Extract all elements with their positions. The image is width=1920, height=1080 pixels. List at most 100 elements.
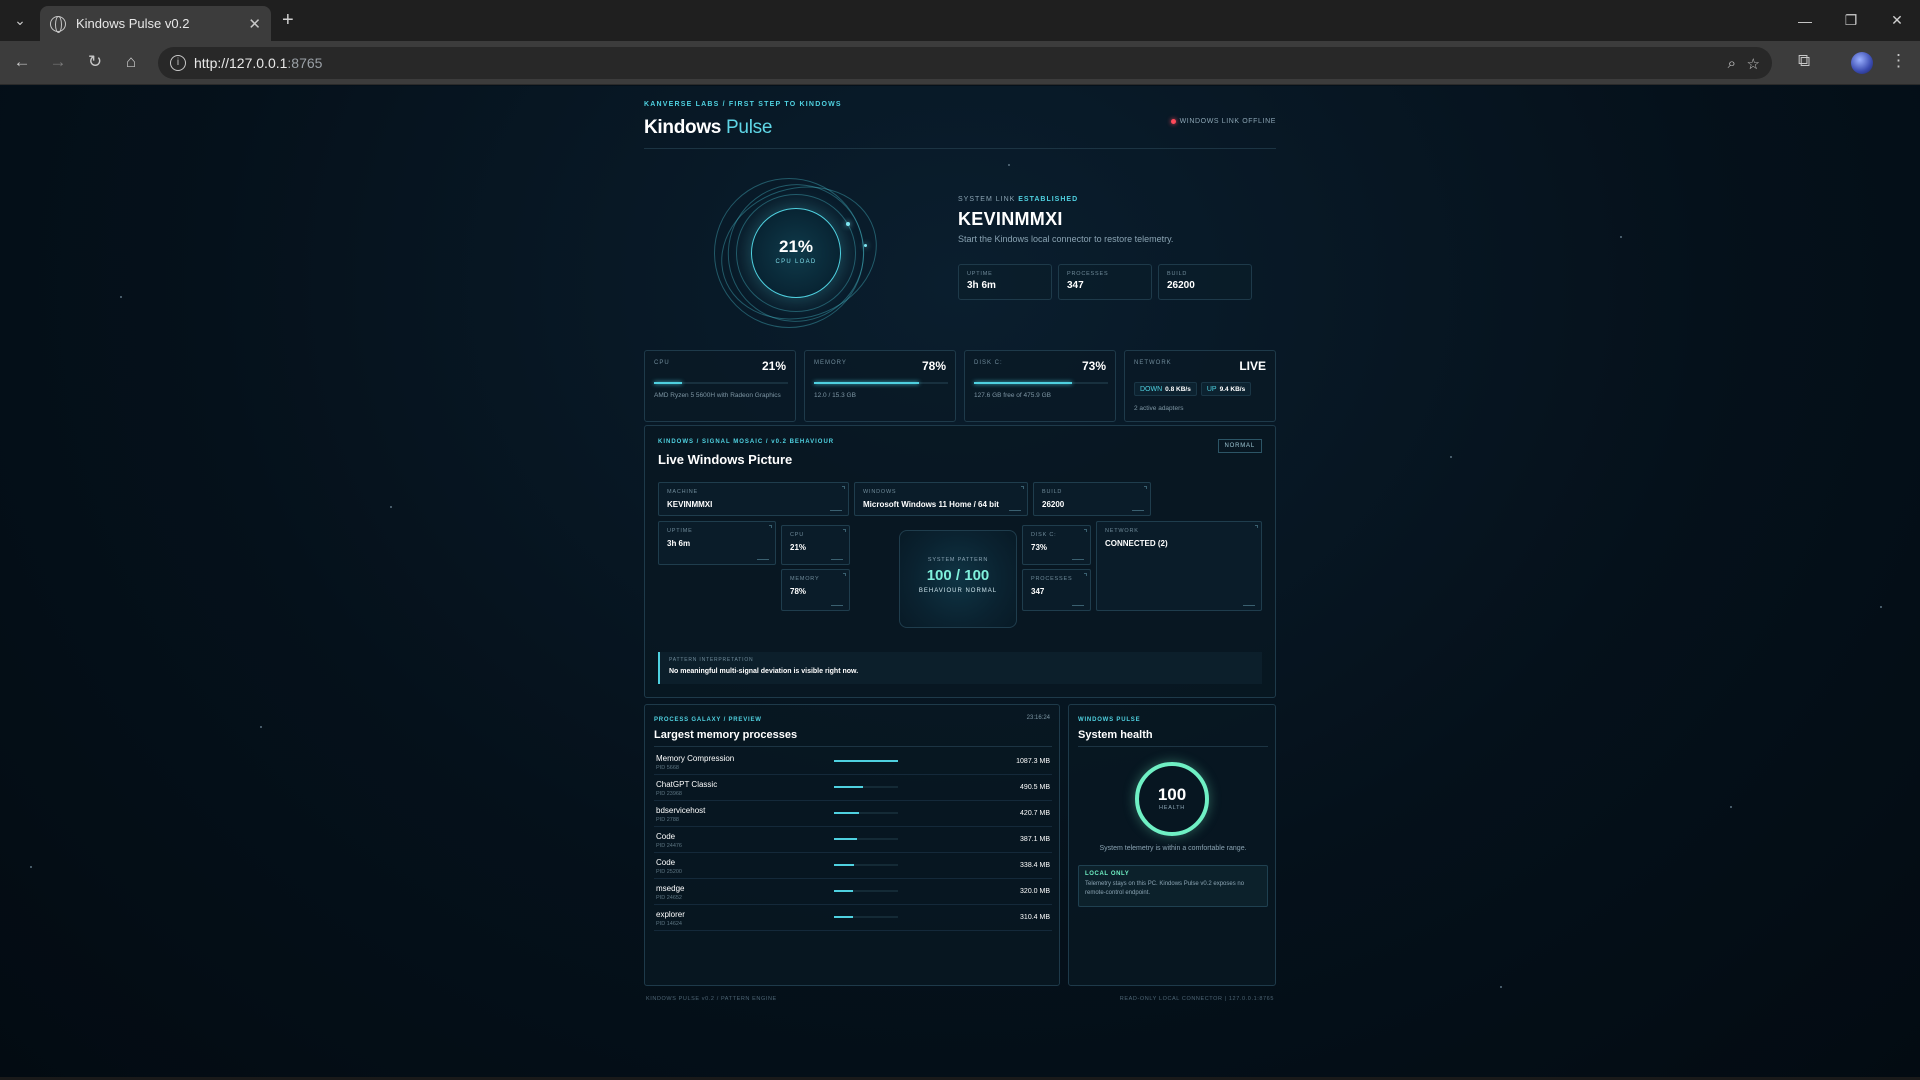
process-row[interactable]: explorer PID 14624 310.4 MB: [654, 905, 1052, 931]
process-pid: PID 24476: [656, 843, 682, 849]
reload-button[interactable]: ↻: [84, 52, 106, 72]
health-message: System telemetry is within a comfortable…: [1099, 845, 1247, 852]
process-name: Code: [656, 832, 676, 841]
process-name: Code: [656, 858, 676, 867]
tile-uptime: UPTIME 3h 6m: [658, 521, 776, 565]
memory-usage-bar: [834, 864, 898, 866]
system-link-label: SYSTEM LINK ESTABLISHED: [958, 196, 1079, 203]
health-panel-title: System health: [1078, 729, 1153, 741]
process-row[interactable]: Code PID 24476 387.1 MB: [654, 827, 1052, 853]
close-window-button[interactable]: ✕: [1874, 0, 1920, 41]
mosaic-title: Live Windows Picture: [658, 452, 793, 467]
memory-usage-bar: [834, 890, 898, 892]
build-stat: BUILD 26200: [1158, 264, 1252, 300]
process-panel-title: Largest memory processes: [654, 729, 798, 741]
footer-left: KINDOWS PULSE v0.2 / PATTERN ENGINE: [646, 996, 777, 1002]
process-row[interactable]: ChatGPT Classic PID 23968 490.5 MB: [654, 775, 1052, 801]
process-memory: 490.5 MB: [1020, 784, 1050, 791]
home-button[interactable]: ⌂: [120, 52, 142, 72]
browser-tab[interactable]: Kindows Pulse v0.2 ✕: [40, 6, 271, 41]
memory-card: MEMORY 78% 12.0 / 15.3 GB: [804, 350, 956, 422]
behaviour-badge: NORMAL: [1217, 439, 1262, 453]
footer-right: READ-ONLY LOCAL CONNECTOR | 127.0.0.1:87…: [1119, 996, 1274, 1002]
cpu-bar: [654, 382, 788, 384]
tile-cpu: CPU 21%: [781, 525, 850, 565]
processes-stat: PROCESSES 347: [1058, 264, 1152, 300]
memory-usage-bar: [834, 760, 898, 762]
address-bar[interactable]: i http://127.0.0.1:8765 ⌕ ☆: [158, 47, 1772, 79]
url-text[interactable]: http://127.0.0.1:8765: [194, 55, 322, 71]
restore-button[interactable]: ❐: [1828, 0, 1874, 41]
bookmark-star-icon[interactable]: ☆: [1747, 55, 1760, 73]
process-name: ChatGPT Classic: [656, 780, 718, 789]
cpu-load-gauge: 21% CPU LOAD: [751, 208, 841, 298]
process-timestamp: 23:16:24: [1026, 715, 1050, 721]
metric-cards: CPU 21% AMD Ryzen 5 5600H with Radeon Gr…: [644, 350, 1276, 422]
cpu-card: CPU 21% AMD Ryzen 5 5600H with Radeon Gr…: [644, 350, 796, 422]
signal-mosaic-panel: KINDOWS / SIGNAL MOSAIC / v0.2 BEHAVIOUR…: [644, 425, 1276, 698]
tab-title: Kindows Pulse v0.2: [76, 16, 190, 31]
health-gauge: 100 HEALTH: [1135, 762, 1209, 836]
process-row[interactable]: bdservicehost PID 2788 420.7 MB: [654, 801, 1052, 827]
browser-toolbar: ← → ↻ ⌂ i http://127.0.0.1:8765 ⌕ ☆ ⧉ ⋮: [0, 41, 1920, 85]
orbit-satellite-icon: [864, 244, 867, 247]
health-panel: WINDOWS PULSE System health 100 HEALTH S…: [1068, 704, 1276, 986]
process-memory: 387.1 MB: [1020, 836, 1050, 843]
local-only-notice: LOCAL ONLY Telemetry stays on this PC. K…: [1078, 865, 1268, 907]
new-tab-button[interactable]: +: [282, 10, 294, 30]
link-status-text: WINDOWS LINK OFFLINE: [1179, 118, 1276, 125]
tab-search-icon[interactable]: ⌄: [0, 0, 40, 41]
app-title: Kindows Pulse: [644, 117, 773, 138]
memory-usage-bar: [834, 916, 898, 918]
process-row[interactable]: Memory Compression PID 5668 1087.3 MB: [654, 749, 1052, 775]
process-pid: PID 25200: [656, 869, 682, 875]
forward-button[interactable]: →: [47, 52, 69, 72]
process-name: msedge: [656, 884, 685, 893]
download-chip: DOWN 0.8 KB/s: [1134, 382, 1197, 396]
globe-icon: [50, 15, 66, 33]
process-row[interactable]: Code PID 25200 338.4 MB: [654, 853, 1052, 879]
disk-bar: [974, 382, 1108, 384]
connector-message: Start the Kindows local connector to res…: [958, 234, 1174, 244]
health-score: 100: [1157, 785, 1187, 804]
minimize-button[interactable]: —: [1782, 0, 1828, 41]
memory-usage-bar: [834, 838, 898, 840]
site-info-icon[interactable]: i: [170, 55, 186, 71]
page-viewport: KANVERSE LABS / FIRST STEP TO KINDOWS Ki…: [0, 86, 1920, 1080]
pattern-interpretation: PATTERN INTERPRETATION No meaningful mul…: [658, 652, 1262, 684]
process-memory: 420.7 MB: [1020, 810, 1050, 817]
hero-stats: UPTIME 3h 6m PROCESSES 347 BUILD 26200: [958, 264, 1252, 300]
network-card: NETWORK LIVE DOWN 0.8 KB/s UP 9.4 KB/s 2 a…: [1124, 350, 1276, 422]
cpu-load-label: CPU LOAD: [775, 259, 817, 265]
memory-usage-bar: [834, 812, 898, 814]
profile-avatar[interactable]: [1851, 52, 1873, 74]
dashboard: KANVERSE LABS / FIRST STEP TO KINDOWS Ki…: [644, 86, 1276, 1080]
process-panel: PROCESS GALAXY / PREVIEW 23:16:24 Larges…: [644, 704, 1060, 986]
memory-bar: [814, 382, 948, 384]
link-status-indicator: WINDOWS LINK OFFLINE: [1170, 118, 1276, 125]
status-dot-icon: [1170, 119, 1176, 124]
back-button[interactable]: ←: [11, 52, 33, 72]
tile-processes: PROCESSES 347: [1022, 569, 1091, 611]
tab-close-icon[interactable]: ✕: [248, 15, 261, 33]
extensions-icon[interactable]: ⧉: [1798, 51, 1810, 71]
cpu-orb: 21% CPU LOAD: [703, 161, 895, 345]
process-name: explorer: [656, 910, 685, 919]
process-row[interactable]: msedge PID 24652 320.0 MB: [654, 879, 1052, 905]
hostname: KEVINMMXI: [958, 209, 1063, 229]
cpu-load-value: 21%: [778, 237, 814, 256]
process-memory: 310.4 MB: [1020, 914, 1050, 921]
tile-machine: MACHINE KEVINMMXI: [658, 482, 849, 516]
browser-menu-icon[interactable]: ⋮: [1890, 51, 1907, 71]
system-pattern-core: SYSTEM PATTERN 100 / 100 BEHAVIOUR NORMA…: [899, 530, 1017, 628]
disk-card: DISK C: 73% 127.6 GB free of 475.9 GB: [964, 350, 1116, 422]
browser-tab-strip: ⌄ Kindows Pulse v0.2 ✕ + — ❐ ✕: [0, 0, 1920, 41]
tile-memory: MEMORY 78%: [781, 569, 850, 611]
tile-windows: WINDOWS Microsoft Windows 11 Home / 64 bi…: [854, 482, 1028, 516]
zoom-icon[interactable]: ⌕: [1728, 55, 1736, 72]
process-pid: PID 2788: [656, 817, 679, 823]
header-divider: [644, 148, 1276, 149]
process-memory: 1087.3 MB: [1016, 758, 1050, 765]
process-pid: PID 24652: [656, 895, 682, 901]
system-summary: SYSTEM LINK ESTABLISHED KEVINMMXI Start …: [958, 196, 1258, 244]
